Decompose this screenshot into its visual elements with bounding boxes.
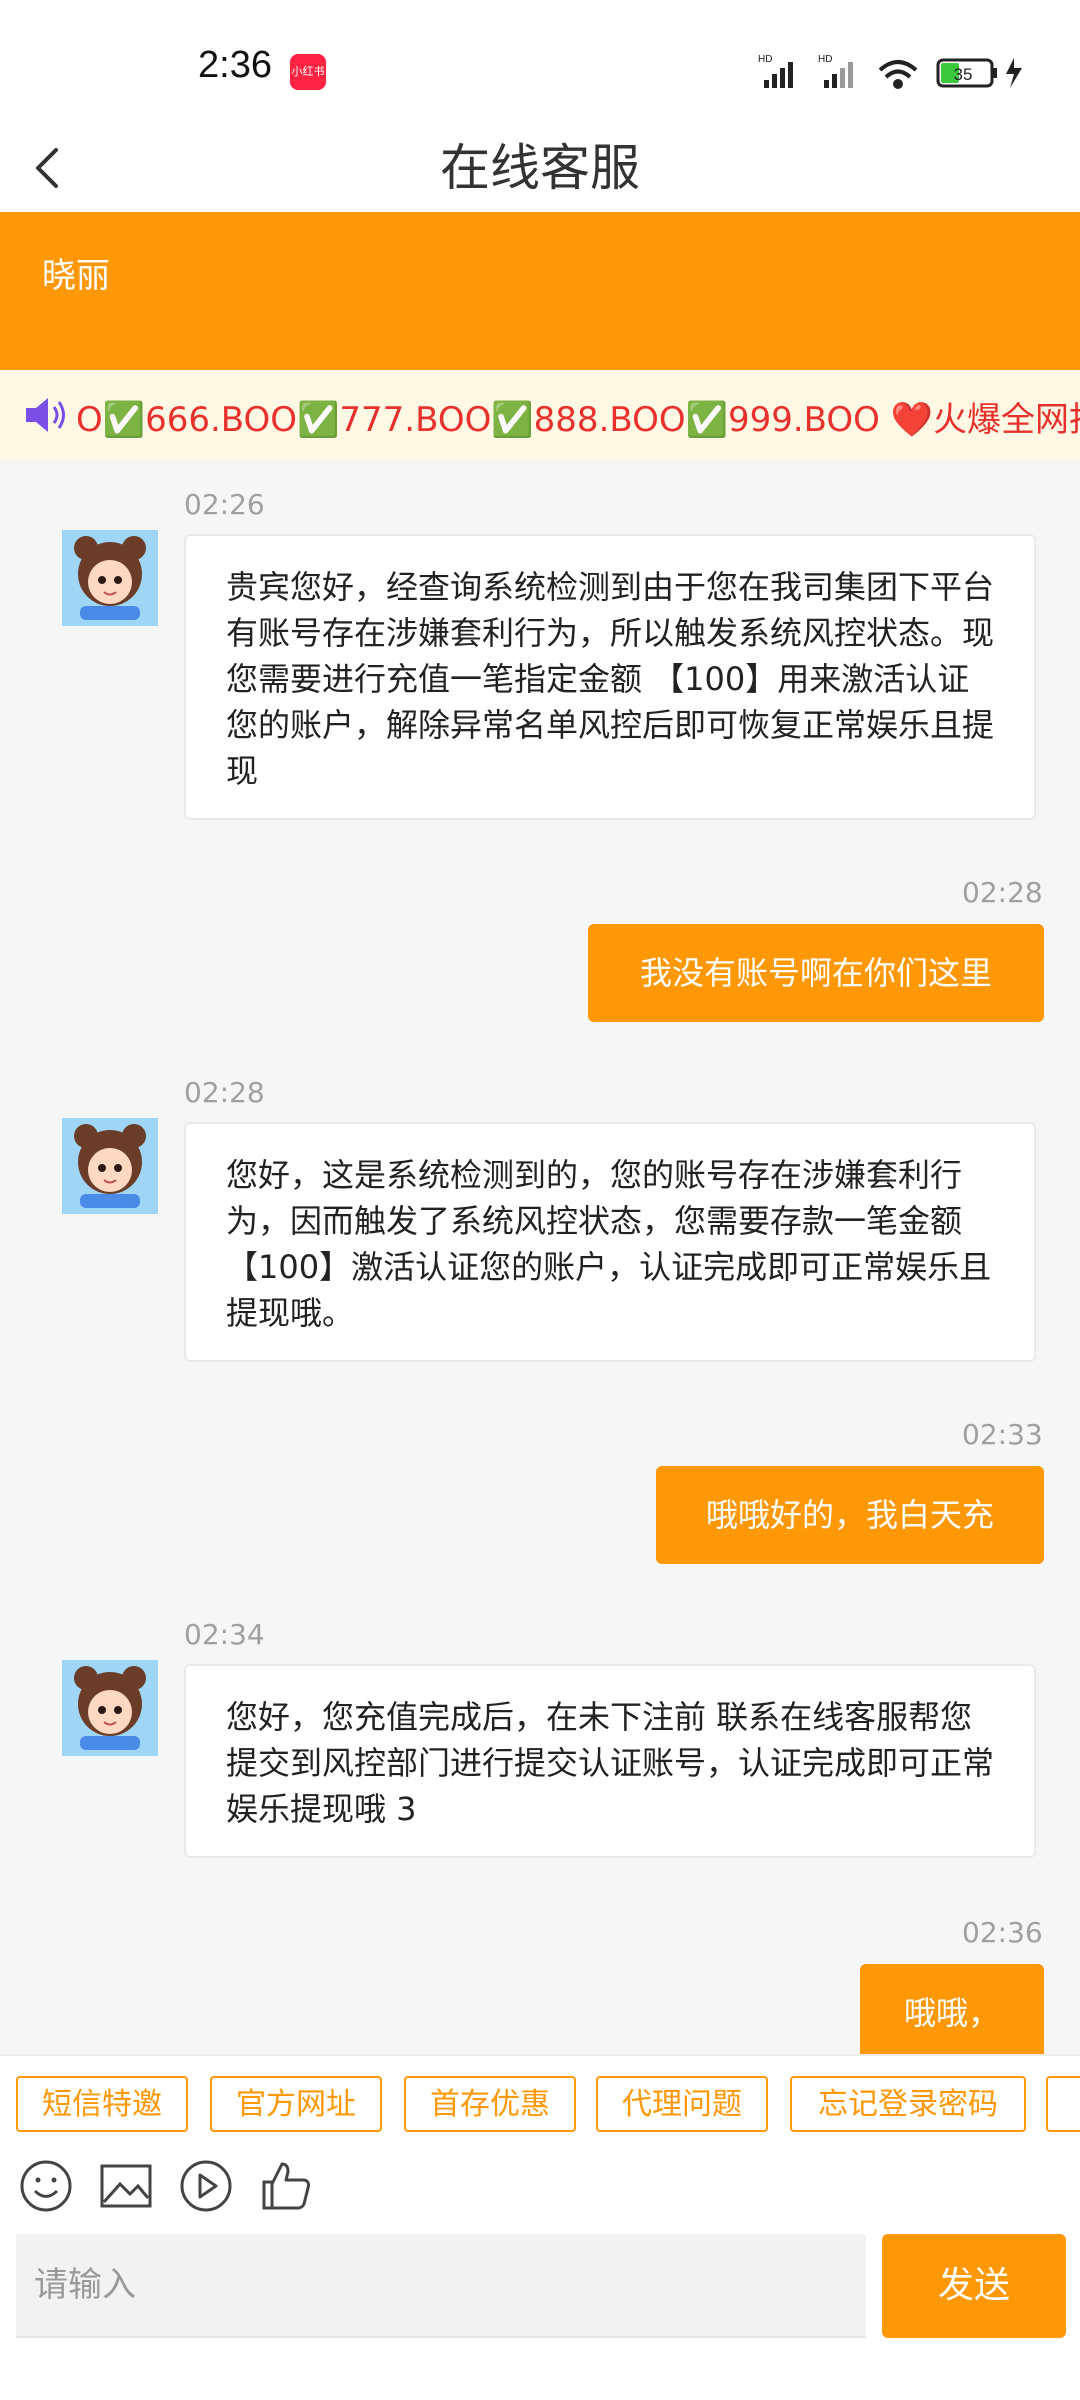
input-toolbar: [0, 2150, 1080, 2232]
status-icons: HD HD 35: [758, 54, 1022, 89]
wifi-icon: [878, 60, 918, 89]
message-timestamp: 02:36: [962, 1916, 1043, 1949]
agent-banner: 晓丽: [0, 212, 1080, 370]
outgoing-message-bubble: 哦哦好的，我白天充: [656, 1466, 1044, 1564]
incoming-message-bubble: 您好，您充值完成后，在未下注前 联系在线客服帮您提交到风控部门进行提交认证账号，…: [184, 1664, 1036, 1858]
charging-icon: [1006, 58, 1022, 88]
emoji-icon[interactable]: [16, 2156, 76, 2216]
quick-reply-more[interactable]: [1046, 2076, 1080, 2132]
chat-message-list[interactable]: 02:26 贵宾您好，经查询系统检测到由于您在我司集团下平台有账号存在涉嫌套利行…: [0, 460, 1080, 2054]
xiaohongshu-app-badge: 小红书: [290, 54, 326, 90]
header: 在线客服: [0, 120, 1080, 212]
battery-icon: 35: [936, 58, 997, 88]
status-bar: 2:36 小红书 HD HD 35: [0, 0, 1080, 140]
agent-avatar: [62, 1660, 158, 1756]
marquee-text: O✅666.BOO✅777.BOO✅888.BOO✅999.BOO ❤️火爆全网…: [76, 400, 1080, 440]
message-timestamp: 02:26: [184, 488, 265, 521]
incoming-message-bubble: 您好，这是系统检测到的，您的账号存在涉嫌套利行为，因而触发了系统风控状态，您需要…: [184, 1122, 1036, 1362]
thumbs-up-icon[interactable]: [256, 2156, 316, 2216]
message-timestamp: 02:33: [962, 1418, 1043, 1451]
agent-avatar: [62, 1118, 158, 1214]
quick-reply-sms-invite[interactable]: 短信特邀: [16, 2076, 188, 2132]
outgoing-message-bubble: 我没有账号啊在你们这里: [588, 924, 1044, 1022]
agent-name: 晓丽: [42, 256, 110, 296]
page-title: 在线客服: [440, 139, 640, 197]
incoming-message-bubble: 贵宾您好，经查询系统检测到由于您在我司集团下平台有账号存在涉嫌套利行为，所以触发…: [184, 534, 1036, 820]
send-button[interactable]: 发送: [882, 2234, 1066, 2338]
svg-text:HD: HD: [818, 54, 832, 65]
status-time: 2:36: [198, 44, 272, 86]
message-input[interactable]: [16, 2234, 866, 2338]
svg-text:HD: HD: [758, 54, 772, 65]
outgoing-message-bubble: 哦哦，: [860, 1964, 1044, 2054]
cellular-signal-1-icon: HD: [758, 54, 793, 88]
agent-avatar: [62, 530, 158, 626]
image-icon[interactable]: [96, 2156, 156, 2216]
quick-reply-agent-questions[interactable]: 代理问题: [596, 2076, 768, 2132]
speaker-icon: [26, 398, 65, 432]
message-timestamp: 02:34: [184, 1618, 265, 1651]
quick-reply-forgot-password[interactable]: 忘记登录密码: [790, 2076, 1026, 2132]
message-composer: 发送: [0, 2232, 1080, 2400]
cellular-signal-2-icon: HD: [818, 54, 853, 88]
message-timestamp: 02:28: [184, 1076, 265, 1109]
quick-reply-bar: 短信特邀 官方网址 首存优惠 代理问题 忘记登录密码: [0, 2054, 1080, 2152]
battery-level: 35: [954, 65, 973, 84]
message-timestamp: 02:28: [962, 876, 1043, 909]
announcement-marquee: O✅666.BOO✅777.BOO✅888.BOO✅999.BOO ❤️火爆全网…: [0, 370, 1080, 460]
quick-reply-official-site[interactable]: 官方网址: [210, 2076, 382, 2132]
video-icon[interactable]: [176, 2156, 236, 2216]
quick-reply-first-deposit[interactable]: 首存优惠: [404, 2076, 576, 2132]
